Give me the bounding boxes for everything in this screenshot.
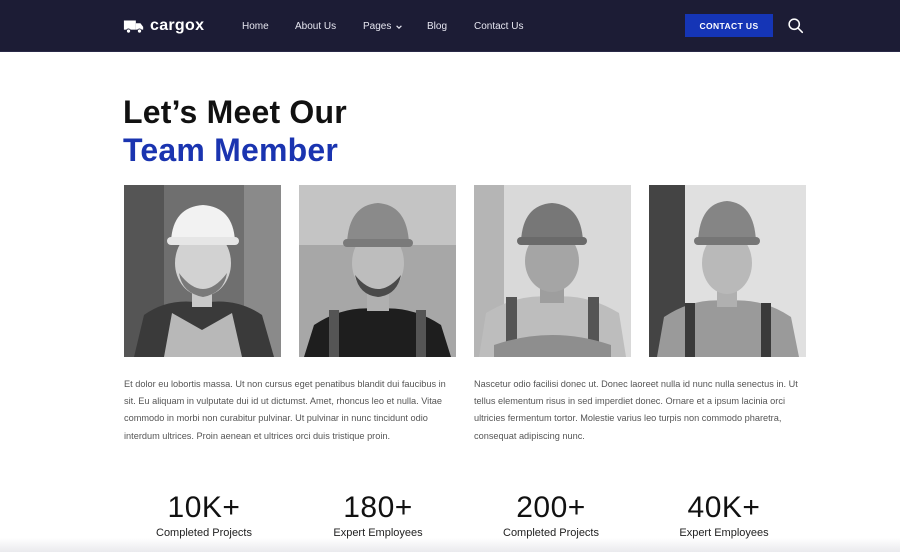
- stat-expert-employees-1: 180+ Expert Employees: [293, 490, 463, 540]
- bottom-fade: [0, 538, 900, 552]
- team-photo-3: [474, 185, 631, 357]
- nav-contact-us[interactable]: Contact Us: [474, 21, 523, 32]
- team-description-left: Et dolor eu lobortis massa. Ut non cursu…: [124, 379, 446, 441]
- contact-us-button[interactable]: CONTACT US: [685, 14, 773, 37]
- stat-completed-projects-1: 10K+ Completed Projects: [119, 490, 289, 540]
- search-icon[interactable]: [787, 17, 804, 34]
- stat-expert-employees-2: 40K+ Expert Employees: [639, 490, 809, 540]
- nav-pages-label: Pages: [363, 21, 392, 32]
- brand-logo[interactable]: cargox: [123, 15, 204, 37]
- chevron-down-icon: [396, 24, 403, 29]
- stat-completed-projects-2: 200+ Completed Projects: [466, 490, 636, 540]
- worker-portrait-image: [474, 185, 631, 357]
- section-title-line2: Team Member: [123, 132, 339, 168]
- team-photo-1: [124, 185, 281, 357]
- team-photo-4: [649, 185, 806, 357]
- brand-name: cargox: [150, 17, 205, 34]
- section-title-line1: Let’s Meet Our: [123, 94, 347, 130]
- worker-portrait-image: [299, 185, 456, 357]
- nav-blog[interactable]: Blog: [427, 21, 447, 32]
- stat-value: 200+: [516, 491, 586, 524]
- team-photo-2: [299, 185, 456, 357]
- stat-value: 180+: [343, 491, 413, 524]
- stat-value: 10K+: [167, 491, 241, 524]
- worker-portrait-image: [649, 185, 806, 357]
- stat-value: 40K+: [687, 491, 761, 524]
- team-description-right: Nascetur odio facilisi donec ut. Donec l…: [474, 379, 798, 441]
- nav-about-us[interactable]: About Us: [295, 21, 336, 32]
- nav-pages[interactable]: Pages: [363, 21, 403, 32]
- site-header: cargox Home About Us Pages Blog Contact …: [0, 0, 900, 52]
- truck-icon: [123, 20, 144, 34]
- worker-portrait-image: [124, 185, 281, 357]
- nav-home[interactable]: Home: [242, 21, 269, 32]
